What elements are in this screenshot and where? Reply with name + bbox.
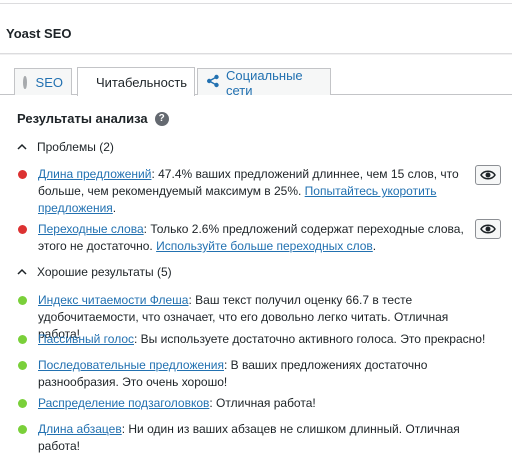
highlight-button[interactable] [475, 165, 501, 185]
subheadings-text: : Отличная работа! [209, 396, 316, 410]
good-bullet-icon [18, 399, 27, 408]
good-results-heading: Хорошие результаты (5) [37, 265, 172, 279]
share-icon [206, 74, 220, 91]
good-results-toggle[interactable]: Хорошие результаты (5) [17, 265, 172, 279]
tab-seo[interactable]: SEO [14, 68, 72, 96]
metabox-header: Yoast SEO [0, 4, 512, 54]
sentence-end: . [112, 201, 117, 215]
help-icon[interactable]: ? [154, 111, 169, 126]
tab-social[interactable]: Социальные сети [197, 67, 331, 98]
use-transition-words-link[interactable]: Используйте больше переходных слов [156, 239, 373, 253]
eye-icon [480, 170, 496, 180]
seo-score-icon [23, 76, 27, 89]
analysis-title-text: Результаты анализа [17, 111, 148, 126]
transition-end: . [372, 239, 377, 253]
analysis-panel: Результаты анализа ? Проблемы (2) Длина … [0, 95, 512, 473]
chevron-up-icon [17, 142, 27, 153]
paragraph-length-link[interactable]: Длина абзацев [38, 422, 122, 436]
problem-bullet-icon [18, 225, 27, 234]
problems-heading: Проблемы (2) [37, 140, 114, 154]
good-bullet-icon [18, 425, 27, 434]
tab-readability[interactable]: Читабельность [77, 67, 195, 96]
tab-bar: SEO Читабельность Социальные сети [0, 55, 512, 98]
good-bullet-icon [18, 335, 27, 344]
problems-toggle[interactable]: Проблемы (2) [17, 140, 114, 154]
passive-voice-link[interactable]: Пассивный голос [38, 332, 134, 346]
eye-icon [480, 224, 496, 234]
tab-readability-label: Читабельность [96, 74, 188, 90]
metabox-title: Yoast SEO [6, 26, 72, 41]
transition-words-link[interactable]: Переходные слова [38, 222, 144, 236]
sentence-length-link[interactable]: Длина предложений [38, 167, 151, 181]
good-bullet-icon [18, 361, 27, 370]
tab-seo-label: SEO [35, 75, 63, 90]
passive-voice-text: : Вы используете достаточно активного го… [134, 332, 486, 346]
tab-social-label: Социальные сети [226, 67, 303, 98]
subheadings-link[interactable]: Распределение подзаголовков [38, 396, 209, 410]
chevron-up-icon [17, 267, 27, 278]
consecutive-sentences-link[interactable]: Последовательные предложения [38, 358, 224, 372]
problem-bullet-icon [18, 170, 27, 179]
good-bullet-icon [18, 296, 27, 305]
analysis-title: Результаты анализа ? [17, 111, 169, 126]
highlight-button[interactable] [475, 219, 501, 239]
flesch-link[interactable]: Индекс читаемости Флеша [38, 293, 188, 307]
